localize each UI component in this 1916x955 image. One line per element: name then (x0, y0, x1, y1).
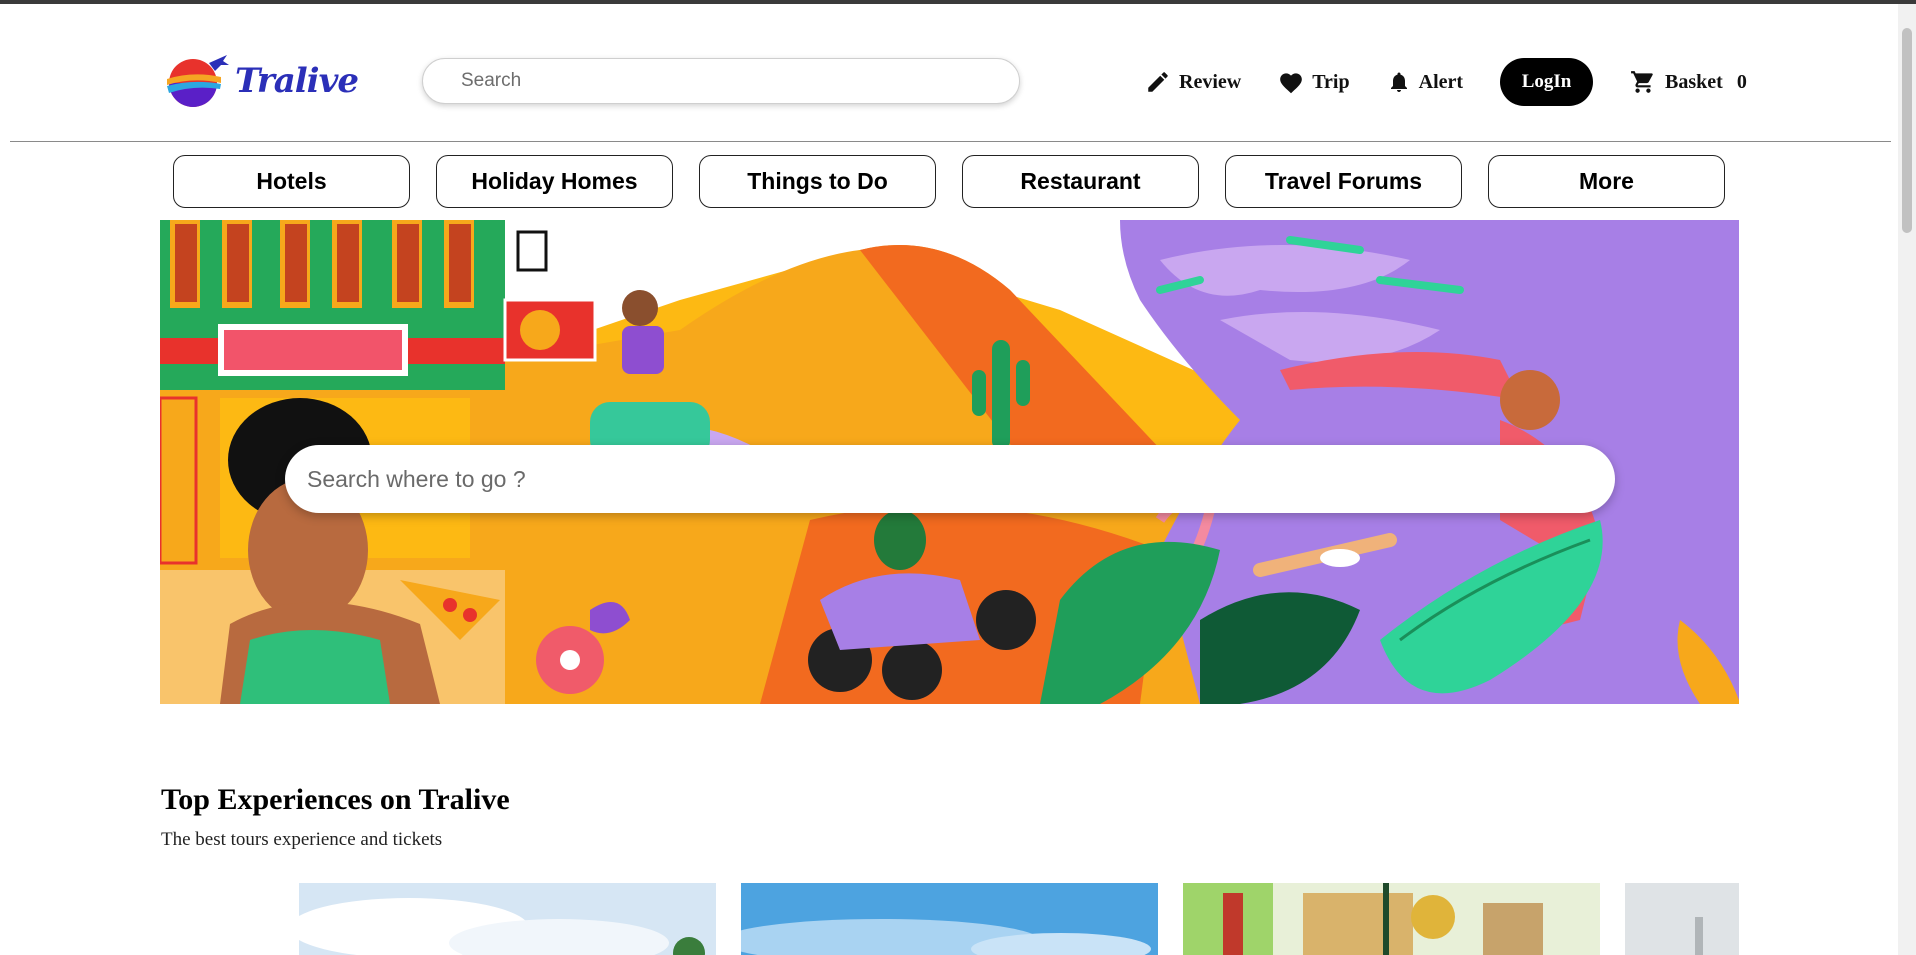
review-label: Review (1179, 70, 1242, 93)
destination-search-input[interactable] (285, 445, 1615, 513)
hero-search[interactable] (285, 445, 1615, 513)
site-header: Tralive Review Trip Alert LogIn Basket 0 (0, 4, 1892, 140)
page-scrollbar[interactable] (1898, 4, 1916, 955)
bell-icon (1390, 72, 1407, 92)
logo-text: Tralive (235, 61, 359, 101)
cart-icon (1631, 71, 1653, 93)
basket-label: Basket (1665, 70, 1723, 93)
search-input[interactable] (423, 59, 1019, 103)
experience-card-4[interactable] (1625, 883, 1739, 955)
site-logo[interactable]: Tralive (163, 50, 363, 112)
review-link[interactable]: Review (1145, 69, 1241, 95)
scrollbar-thumb[interactable] (1902, 28, 1912, 233)
login-button[interactable]: LogIn (1500, 58, 1594, 106)
experiences-subtitle: The best tours experience and tickets (161, 829, 443, 850)
header-actions: Review Trip Alert LogIn Basket 0 (1145, 54, 1747, 110)
nav-holiday-homes[interactable]: Holiday Homes (436, 155, 673, 208)
experience-card-2[interactable] (741, 883, 1158, 955)
heart-icon (1280, 73, 1303, 94)
experiences-title: Top Experiences on Tralive (161, 783, 510, 816)
nav-restaurant[interactable]: Restaurant (962, 155, 1199, 208)
nav-hotels[interactable]: Hotels (173, 155, 410, 208)
nav-more[interactable]: More (1488, 155, 1725, 208)
experience-card-image (1625, 883, 1739, 955)
trip-link[interactable]: Trip (1278, 70, 1350, 94)
experience-card-image (741, 883, 1158, 955)
hero-banner (160, 220, 1739, 704)
trip-label: Trip (1312, 70, 1350, 93)
basket-link[interactable]: Basket 0 (1629, 69, 1747, 95)
nav-travel-forums[interactable]: Travel Forums (1225, 155, 1462, 208)
header-search[interactable] (422, 58, 1020, 104)
experience-card-image (1183, 883, 1600, 955)
experience-cards (299, 883, 1739, 955)
header-divider (10, 141, 1891, 142)
experience-card-1[interactable] (299, 883, 716, 955)
basket-count: 0 (1736, 70, 1747, 93)
experience-card-3[interactable] (1183, 883, 1600, 955)
experience-card-image (299, 883, 716, 955)
logo-icon (163, 53, 229, 109)
alert-label: Alert (1418, 70, 1464, 93)
nav-things-to-do[interactable]: Things to Do (699, 155, 936, 208)
category-nav: Hotels Holiday Homes Things to Do Restau… (173, 155, 1725, 208)
alert-link[interactable]: Alert (1387, 69, 1463, 95)
pencil-icon (1148, 72, 1168, 92)
